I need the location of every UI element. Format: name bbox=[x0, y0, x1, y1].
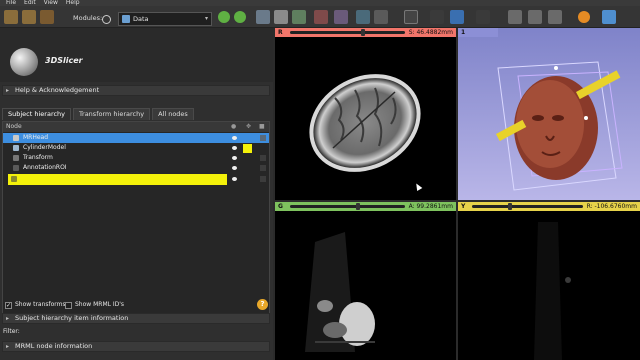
expand-arrow-icon: ▸ bbox=[6, 87, 10, 94]
yellow-slice-view[interactable]: Y R: -106.6760mm bbox=[458, 202, 640, 360]
scene-view-icon[interactable] bbox=[528, 10, 542, 24]
show-transforms-label: Show transforms bbox=[15, 301, 66, 308]
expand-arrow-icon: ▸ bbox=[6, 343, 10, 350]
visibility-column-icon: ● bbox=[231, 123, 237, 130]
transform-icon[interactable] bbox=[260, 135, 266, 141]
tree-row-label: CylinderModel bbox=[23, 144, 66, 151]
threed-view[interactable]: 1 bbox=[458, 28, 640, 200]
transform-icon[interactable] bbox=[260, 165, 266, 171]
green-slice-view[interactable]: G A: 99.2861mm bbox=[275, 202, 456, 360]
forward-arrow-icon[interactable] bbox=[234, 11, 246, 23]
save-icon[interactable] bbox=[40, 10, 54, 24]
data-module-icon bbox=[122, 15, 130, 23]
tree-row-cylindermodel[interactable]: CylinderModel bbox=[3, 143, 269, 153]
tab-transform-hierarchy[interactable]: Transform hierarchy bbox=[73, 108, 151, 120]
node-column-header: Node bbox=[6, 123, 22, 130]
subject-item-info-section[interactable]: ▸ Subject hierarchy item information bbox=[2, 313, 270, 324]
transform-icon[interactable] bbox=[260, 155, 266, 161]
logo-area: 3DSlicer bbox=[0, 28, 273, 82]
home-icon[interactable] bbox=[314, 10, 328, 24]
slicer-logo-icon bbox=[10, 48, 38, 76]
filter-label: Filter: bbox=[3, 328, 20, 335]
tree-row-label: Transform bbox=[23, 154, 53, 161]
python-console-icon[interactable] bbox=[602, 10, 616, 24]
tree-row-label: MRHead bbox=[23, 134, 49, 141]
coronal-slice-image bbox=[305, 232, 375, 352]
module-toolbar-icon-2[interactable] bbox=[274, 10, 288, 24]
model-icon bbox=[13, 145, 19, 151]
tree-row-annotationroi[interactable]: AnnotationROI bbox=[3, 163, 269, 173]
module-toolbar-icon-1[interactable] bbox=[256, 10, 270, 24]
show-mrml-ids-label: Show MRML ID's bbox=[75, 301, 125, 308]
folder-icon bbox=[11, 176, 17, 182]
expand-arrow-icon: ▸ bbox=[6, 315, 10, 322]
show-transforms-row: ✓ Show transforms Show MRML ID's bbox=[2, 301, 270, 311]
volume-icon bbox=[13, 135, 19, 141]
roi-icon bbox=[13, 165, 19, 171]
visibility-eye-icon[interactable] bbox=[232, 177, 237, 181]
subject-hierarchy-tree: Node ● ✥ ■ MRHead CylinderModel Transfor… bbox=[2, 121, 270, 321]
module-selector[interactable]: Data ▾ bbox=[118, 12, 212, 26]
modules-label: Modules: bbox=[73, 14, 103, 22]
tab-subject-hierarchy[interactable]: Subject hierarchy bbox=[2, 108, 72, 120]
layout-icon[interactable] bbox=[404, 10, 418, 24]
module-selected-label: Data bbox=[133, 15, 149, 23]
module-toolbar-icon-3[interactable] bbox=[292, 10, 306, 24]
module-toolbar-icon-5[interactable] bbox=[356, 10, 370, 24]
show-mrml-ids-checkbox[interactable] bbox=[65, 302, 72, 309]
screenshot-icon[interactable] bbox=[508, 10, 522, 24]
transform-node-icon bbox=[13, 155, 19, 161]
load-dicom-icon[interactable] bbox=[22, 10, 36, 24]
hierarchy-tabs: Subject hierarchy Transform hierarchy Al… bbox=[2, 108, 270, 120]
tree-row-highlighted[interactable] bbox=[8, 174, 227, 185]
subject-item-info-label: Subject hierarchy item information bbox=[15, 314, 129, 322]
red-slice-view[interactable]: R S: 46.4882mm bbox=[275, 28, 456, 200]
module-toolbar-icon-4[interactable] bbox=[334, 10, 348, 24]
crosshair-icon[interactable] bbox=[578, 11, 590, 23]
tree-row-mrhead[interactable]: MRHead bbox=[3, 133, 269, 143]
extension-icon[interactable] bbox=[548, 10, 562, 24]
transform-column-icon: ✥ bbox=[246, 123, 252, 130]
axial-brain-image bbox=[309, 74, 421, 172]
visibility-eye-icon[interactable] bbox=[232, 156, 237, 160]
module-search-icon[interactable] bbox=[102, 15, 111, 24]
help-acknowledgement-section[interactable]: ▸ Help & Acknowledgement bbox=[2, 85, 270, 96]
volume-rendering-image bbox=[496, 61, 623, 191]
color-swatch[interactable] bbox=[243, 144, 252, 153]
load-data-icon[interactable] bbox=[4, 10, 18, 24]
tree-header: Node ● ✥ ■ bbox=[3, 122, 269, 132]
back-arrow-icon[interactable] bbox=[218, 11, 230, 23]
mrml-node-info-section[interactable]: ▸ MRML node information bbox=[2, 341, 270, 352]
logo-text: 3DSlicer bbox=[45, 56, 83, 65]
visibility-eye-icon[interactable] bbox=[232, 166, 237, 170]
color-column-icon: ■ bbox=[259, 123, 265, 130]
mrml-node-info-label: MRML node information bbox=[15, 342, 93, 350]
crosshair-mode-icon[interactable] bbox=[476, 10, 490, 24]
tree-row-label: AnnotationROI bbox=[23, 164, 67, 171]
mouse-mode-icon[interactable] bbox=[430, 10, 444, 24]
transform-icon[interactable] bbox=[260, 176, 266, 182]
tree-row-transform[interactable]: Transform bbox=[3, 153, 269, 163]
place-fiducial-icon[interactable] bbox=[450, 10, 464, 24]
module-panel: 3DSlicer ▸ Help & Acknowledgement Subjec… bbox=[0, 28, 273, 360]
show-transforms-checkbox[interactable]: ✓ bbox=[5, 302, 12, 309]
slicer-window: File Edit View Help Modules: Data ▾ 3DSl… bbox=[0, 0, 640, 360]
help-icon[interactable]: ? bbox=[257, 299, 268, 310]
help-section-label: Help & Acknowledgement bbox=[15, 86, 100, 94]
chevron-down-icon: ▾ bbox=[204, 15, 208, 22]
tab-all-nodes[interactable]: All nodes bbox=[152, 108, 194, 120]
visibility-eye-icon[interactable] bbox=[232, 146, 237, 150]
module-toolbar-icon-6[interactable] bbox=[374, 10, 388, 24]
sagittal-slice-image bbox=[534, 222, 571, 360]
main-toolbar: Modules: Data ▾ bbox=[0, 6, 640, 28]
visibility-eye-icon[interactable] bbox=[232, 136, 237, 140]
